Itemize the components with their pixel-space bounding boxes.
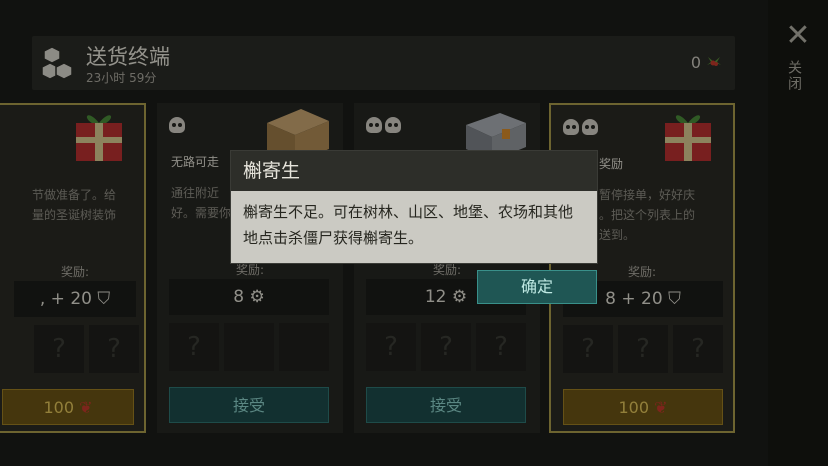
dialog-message: 槲寄生不足。可在树林、山区、地堡、农场和其他地点击杀僵尸获得槲寄生。	[243, 203, 574, 247]
alert-dialog: 槲寄生 槲寄生不足。可在树林、山区、地堡、农场和其他地点击杀僵尸获得槲寄生。	[230, 150, 598, 264]
confirm-button[interactable]: 确定	[477, 270, 597, 304]
dialog-title: 槲寄生	[231, 151, 597, 191]
